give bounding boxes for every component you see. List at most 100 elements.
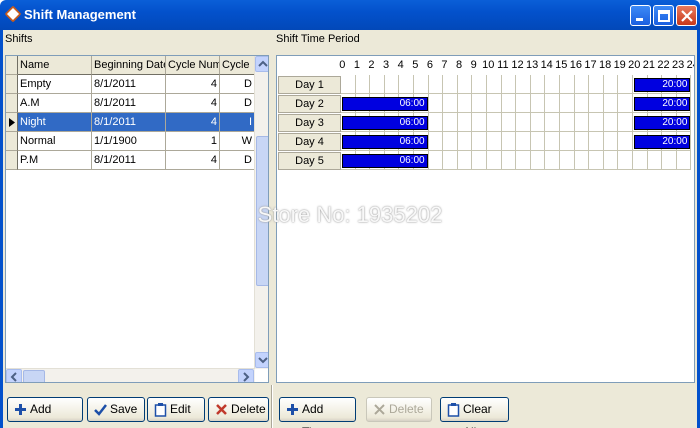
hour-cell[interactable]: [516, 94, 531, 113]
hour-cell[interactable]: [487, 113, 502, 132]
hour-cell[interactable]: [516, 132, 531, 151]
table-row[interactable]: Normal 1/1/1900 1 W: [6, 132, 255, 151]
cell-name[interactable]: A.M: [18, 94, 92, 113]
cell-name[interactable]: P.M: [18, 151, 92, 170]
hour-cell[interactable]: [443, 94, 458, 113]
scroll-right-button[interactable]: [238, 369, 254, 382]
hour-cell[interactable]: [574, 113, 590, 132]
hour-cell[interactable]: [487, 94, 502, 113]
column-header-beginning-date[interactable]: Beginning Date: [92, 56, 166, 75]
hour-cell[interactable]: [574, 75, 590, 94]
hour-cell[interactable]: [487, 75, 502, 94]
cell-cycle-num[interactable]: 4: [166, 75, 220, 94]
hour-cell[interactable]: [370, 75, 385, 94]
close-button[interactable]: [676, 5, 697, 26]
hour-cell[interactable]: [603, 132, 619, 151]
hour-cell[interactable]: [618, 75, 633, 94]
edit-button[interactable]: Edit: [147, 397, 205, 422]
hour-cell[interactable]: [574, 151, 590, 170]
hour-cell[interactable]: [501, 75, 517, 94]
hour-cell[interactable]: [560, 151, 575, 170]
maximize-button[interactable]: [653, 5, 674, 26]
hour-cell[interactable]: [603, 75, 619, 94]
day-label[interactable]: Day 4: [278, 133, 341, 151]
cell-beginning-date[interactable]: 8/1/2011: [92, 75, 166, 94]
hour-cell[interactable]: [443, 132, 458, 151]
hour-cell[interactable]: [457, 151, 473, 170]
hour-cell[interactable]: [589, 75, 604, 94]
row-selector[interactable]: [6, 151, 18, 170]
save-button[interactable]: Save: [87, 397, 145, 422]
hour-cell[interactable]: [428, 113, 444, 132]
hour-cell[interactable]: [355, 75, 371, 94]
hour-cell[interactable]: [530, 75, 546, 94]
day-label[interactable]: Day 5: [278, 152, 341, 170]
hour-cell[interactable]: [618, 151, 633, 170]
cell-cycle[interactable]: D: [220, 94, 255, 113]
hour-cell[interactable]: [633, 151, 648, 170]
delete-button[interactable]: Delete: [208, 397, 269, 422]
row-selector[interactable]: [6, 132, 18, 151]
hour-cell[interactable]: [516, 113, 531, 132]
cell-name[interactable]: Normal: [18, 132, 92, 151]
shift-time-bar[interactable]: 20:00: [634, 116, 691, 130]
column-header-cycle-num[interactable]: Cycle Num: [166, 56, 220, 75]
add-button[interactable]: Add: [7, 397, 83, 422]
cell-cycle-num[interactable]: 4: [166, 151, 220, 170]
hour-cell[interactable]: [443, 113, 458, 132]
column-header-cycle[interactable]: Cycle: [220, 56, 255, 75]
hour-cell[interactable]: [618, 132, 633, 151]
shift-time-bar[interactable]: 06:00: [342, 116, 428, 130]
hour-cell[interactable]: [457, 113, 473, 132]
hour-cell[interactable]: [516, 75, 531, 94]
hour-cell[interactable]: [574, 94, 590, 113]
horizontal-scrollbar[interactable]: [6, 368, 255, 382]
hour-cell[interactable]: [457, 94, 473, 113]
cell-beginning-date[interactable]: 8/1/2011: [92, 151, 166, 170]
table-row-selected[interactable]: Night 8/1/2011 4 I: [6, 113, 255, 132]
shift-time-bar[interactable]: 20:00: [634, 135, 691, 149]
hour-cell[interactable]: [501, 94, 517, 113]
shift-time-bar[interactable]: 06:00: [342, 97, 428, 111]
hour-cell[interactable]: [472, 132, 487, 151]
hour-cell[interactable]: [428, 94, 444, 113]
hour-cell[interactable]: [472, 75, 487, 94]
hour-cell[interactable]: [662, 151, 677, 170]
hour-cell[interactable]: [603, 94, 619, 113]
hour-cell[interactable]: [472, 113, 487, 132]
hour-cell[interactable]: [589, 151, 604, 170]
hour-cell[interactable]: [487, 132, 502, 151]
shift-time-bar[interactable]: 06:00: [342, 154, 428, 168]
hour-cell[interactable]: [399, 75, 414, 94]
cell-cycle-num[interactable]: 4: [166, 113, 220, 132]
cell-cycle[interactable]: W: [220, 132, 255, 151]
day-label[interactable]: Day 1: [278, 76, 341, 94]
shift-time-bar[interactable]: 20:00: [634, 78, 691, 92]
hour-cell[interactable]: [618, 94, 633, 113]
column-header-name[interactable]: Name: [18, 56, 92, 75]
hour-cell[interactable]: [443, 151, 458, 170]
cell-cycle[interactable]: D: [220, 75, 255, 94]
cell-beginning-date[interactable]: 1/1/1900: [92, 132, 166, 151]
hour-cell[interactable]: [545, 132, 560, 151]
scroll-left-button[interactable]: [6, 369, 22, 382]
table-row[interactable]: A.M 8/1/2011 4 D: [6, 94, 255, 113]
hour-cell[interactable]: [603, 151, 619, 170]
hour-cell[interactable]: [603, 113, 619, 132]
hour-cell[interactable]: [574, 132, 590, 151]
hour-cell[interactable]: [560, 132, 575, 151]
hour-cell[interactable]: [428, 132, 444, 151]
hour-cell[interactable]: [472, 151, 487, 170]
hour-cell[interactable]: [545, 75, 560, 94]
cell-cycle-num[interactable]: 4: [166, 94, 220, 113]
hour-cell[interactable]: [428, 151, 444, 170]
row-selector[interactable]: [6, 113, 18, 132]
hour-cell[interactable]: [428, 75, 444, 94]
hour-cell[interactable]: [530, 132, 546, 151]
hour-cell[interactable]: [589, 94, 604, 113]
row-selector[interactable]: [6, 75, 18, 94]
cell-beginning-date[interactable]: 8/1/2011: [92, 94, 166, 113]
hour-cell[interactable]: [530, 113, 546, 132]
hour-cell[interactable]: [560, 75, 575, 94]
shift-time-bar[interactable]: 20:00: [634, 97, 691, 111]
